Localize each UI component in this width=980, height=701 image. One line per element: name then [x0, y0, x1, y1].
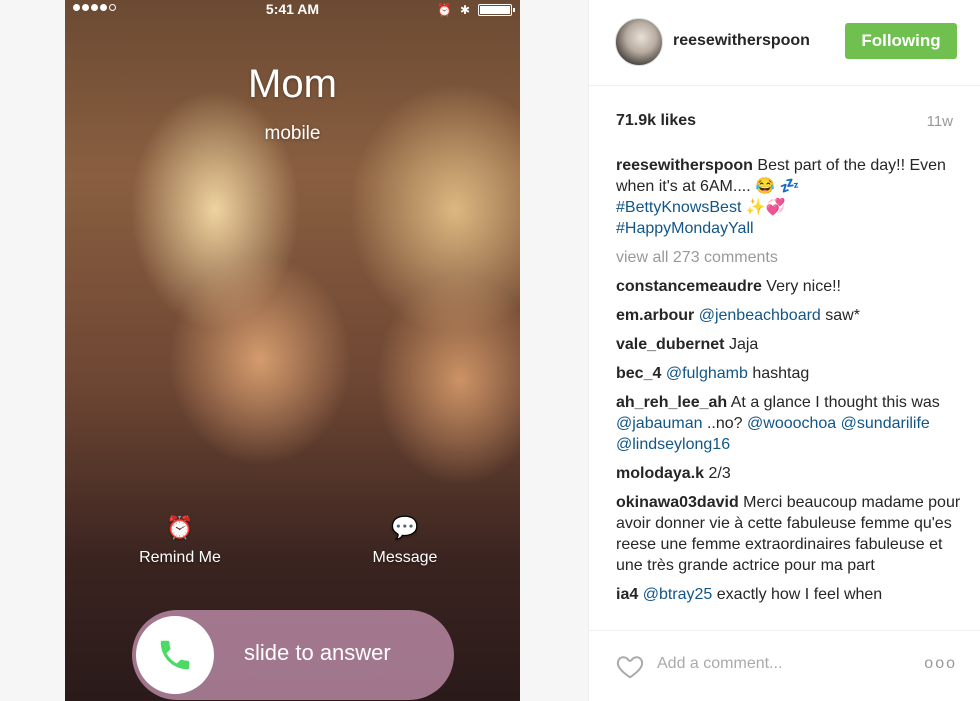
alarm-clock-icon: ⏰ — [166, 515, 194, 540]
comment-text: hashtag — [752, 365, 810, 382]
add-comment-input[interactable]: Add a comment... — [657, 655, 782, 673]
mention-link[interactable]: @jenbeachboard — [699, 307, 821, 324]
post-age[interactable]: 11w — [927, 113, 953, 130]
likes-count[interactable]: 71.9k likes — [616, 112, 696, 130]
comment-username[interactable]: ah_reh_lee_ah — [616, 394, 727, 411]
instagram-post-view: 5:41 AM ⏰ ✱ Mom mobile ⏰ Remind Me 💬 Mes… — [0, 0, 980, 701]
comment: constancemeaudre Very nice!! — [616, 276, 961, 297]
remind-me-label: Remind Me — [139, 549, 221, 566]
post-header: reesewitherspoon Following — [589, 0, 980, 86]
comment-username[interactable]: ia4 — [616, 586, 638, 603]
comment: molodaya.k 2/3 — [616, 463, 961, 484]
battery-icon — [478, 4, 515, 16]
hashtag-link[interactable]: #BettyKnowsBest — [616, 199, 741, 216]
mention-link[interactable]: @lindseylong16 — [616, 436, 730, 453]
comment-username[interactable]: constancemeaudre — [616, 278, 762, 295]
comment-text: Jaja — [728, 336, 759, 353]
status-bar: 5:41 AM ⏰ ✱ — [65, 0, 520, 20]
comment-text: At a glance I thought this was — [730, 394, 940, 411]
comment-text: ..no? — [706, 415, 743, 432]
comment-username[interactable]: bec_4 — [616, 365, 661, 382]
caption: reesewitherspoon Best part of the day!! … — [616, 155, 961, 239]
comment-username[interactable]: vale_dubernet — [616, 336, 724, 353]
comment-username[interactable]: okinawa03david — [616, 494, 739, 511]
hashtag-link[interactable]: #HappyMondayYall — [616, 220, 754, 237]
comment: okinawa03david Merci beaucoup madame pou… — [616, 492, 961, 576]
slide-label: slide to answer — [244, 640, 391, 665]
remind-me-action: ⏰ Remind Me — [120, 515, 240, 567]
comment: bec_4 @fulghamb hashtag — [616, 363, 961, 384]
speech-bubble-icon: 💬 — [391, 515, 419, 540]
comment-text: 2/3 — [708, 465, 731, 482]
post-sidebar: reesewitherspoon Following 71.9k likes 1… — [588, 0, 980, 701]
comment-text: Very nice!! — [766, 278, 841, 295]
caller-name: Mom — [248, 62, 337, 106]
username-link[interactable]: reesewitherspoon — [673, 32, 810, 50]
mention-link[interactable]: @jabauman — [616, 415, 703, 432]
post-media: 5:41 AM ⏰ ✱ Mom mobile ⏰ Remind Me 💬 Mes… — [0, 0, 588, 701]
post-image[interactable]: 5:41 AM ⏰ ✱ Mom mobile ⏰ Remind Me 💬 Mes… — [65, 0, 520, 701]
comment: em.arbour @jenbeachboard saw* — [616, 305, 961, 326]
avatar[interactable] — [615, 18, 663, 66]
mention-link[interactable]: @sundarilife — [841, 415, 930, 432]
phone-icon — [136, 616, 214, 694]
comment: ah_reh_lee_ah At a glance I thought this… — [616, 392, 961, 455]
bluetooth-icon: ✱ — [459, 3, 470, 17]
following-button[interactable]: Following — [845, 23, 957, 59]
alarm-icon: ⏰ — [436, 3, 452, 17]
caller-type: mobile — [264, 123, 321, 144]
comment-footer: Add a comment... ooo — [589, 630, 980, 701]
caption-emoji: ✨💞 — [745, 199, 786, 216]
message-action: 💬 Message — [345, 515, 465, 567]
comments-list: reesewitherspoon Best part of the day!! … — [616, 155, 961, 623]
comment-text: exactly how I feel when — [716, 586, 883, 603]
comment-username[interactable]: em.arbour — [616, 307, 694, 324]
more-options-button[interactable]: ooo — [924, 655, 957, 673]
comment: ia4 @btray25 exactly how I feel when — [616, 584, 961, 605]
view-all-comments-link[interactable]: view all 273 comments — [616, 247, 961, 268]
slide-to-answer: slide to answer — [132, 610, 454, 700]
mention-link[interactable]: @wooochoa — [747, 415, 836, 432]
comment-username[interactable]: molodaya.k — [616, 465, 704, 482]
heart-icon[interactable] — [615, 651, 645, 681]
mention-link[interactable]: @fulghamb — [666, 365, 748, 382]
message-label: Message — [372, 549, 438, 566]
mention-link[interactable]: @btray25 — [643, 586, 713, 603]
comment-text: saw* — [825, 307, 860, 324]
comment: vale_dubernet Jaja — [616, 334, 961, 355]
caption-username[interactable]: reesewitherspoon — [616, 157, 753, 174]
